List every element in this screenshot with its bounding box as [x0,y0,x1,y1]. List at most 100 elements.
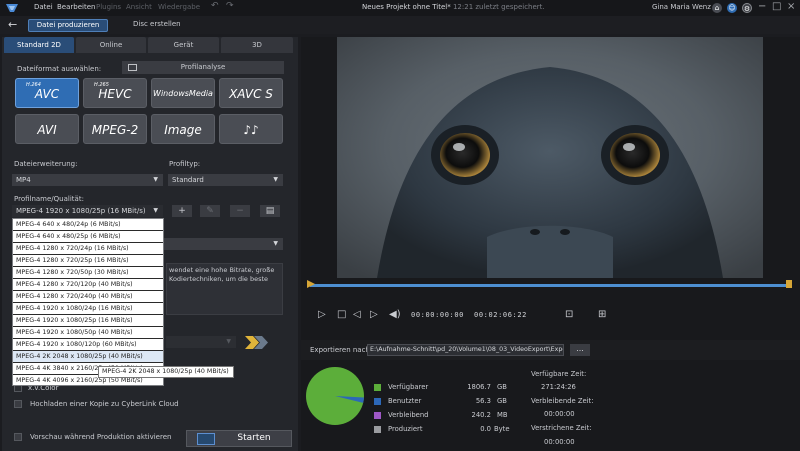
tab-device[interactable]: Gerät [148,37,219,53]
quality-option[interactable]: MPEG-4 1920 x 1080/24p (16 MBit/s) [13,303,163,315]
total-timecode: 00:02:06:22 [474,311,527,319]
format-hevc-button[interactable]: H.265 HEVC [83,78,147,108]
quality-option-hovered[interactable]: MPEG-4 2K 2048 x 1080/25p (40 MBit/s) [13,351,163,363]
upload-cloud-checkbox[interactable] [14,400,22,408]
upload-cloud-label: Hochladen einer Kopie zu CyberLink Cloud [30,400,179,408]
legend-value-remaining: 240.2 [471,411,491,419]
chevron-down-icon: ▼ [273,240,278,247]
legend-unit-remaining: MB [497,411,508,419]
profile-type-select[interactable]: Standard ▼ [168,174,283,186]
format-xavcs-button[interactable]: XAVC S [219,78,283,108]
profile-description: wendet eine hohe Bitrate, große Kodierte… [166,263,283,315]
menu-view[interactable]: Ansicht [126,3,152,11]
quality-option[interactable]: MPEG-4 1280 x 720/120p (40 MBit/s) [13,279,163,291]
produce-file-button[interactable]: Datei produzieren [28,19,108,32]
encoder-select[interactable]: ▼ [166,336,236,348]
user-name[interactable]: Gina Maria Wenz [652,3,711,11]
export-frame-icon[interactable]: ⊞ [598,309,606,320]
tab-standard-2d[interactable]: Standard 2D [4,37,74,53]
browse-button[interactable]: ... [570,344,590,356]
tab-3d[interactable]: 3D [221,37,293,53]
quality-option[interactable]: MPEG-4 1280 x 720/25p (16 MBit/s) [13,255,163,267]
remove-profile-button[interactable]: − [230,205,250,217]
quality-option[interactable]: MPEG-4 640 x 480/24p (6 MBit/s) [13,219,163,231]
redo-icon[interactable]: ↷ [226,1,234,11]
preview-during-production-checkbox[interactable] [14,433,22,441]
quality-option[interactable]: MPEG-4 1920 x 1080/120p (60 MBit/s) [13,339,163,351]
settings-gear-icon[interactable]: ⚙ [742,3,752,13]
elapsed-time-value: 00:00:00 [544,438,575,446]
format-image-button[interactable]: Image [151,114,215,144]
close-icon[interactable]: × [787,1,795,12]
format-audio-button[interactable]: ♪♪ [219,114,283,144]
quality-select[interactable]: MPEG-4 1920 x 1080/25p (16 MBit/s) ▼ [12,205,163,217]
stop-icon[interactable]: □ [337,309,346,320]
play-icon[interactable]: ▷ [318,309,326,320]
legend-swatch-produced [374,426,381,433]
menu-plugins[interactable]: Plugins [96,3,121,11]
quality-option[interactable]: MPEG-4 640 x 480/25p (6 MBit/s) [13,231,163,243]
back-arrow-icon[interactable]: ← [8,18,17,31]
legend-swatch-remaining [374,412,381,419]
file-extension-select[interactable]: MP4 ▼ [12,174,163,186]
chevron-down-icon: ▼ [153,176,158,183]
profile-analysis-button[interactable]: Profilanalyse [122,61,284,74]
next-frame-icon[interactable]: ▷ [370,309,378,320]
quality-option[interactable]: MPEG-4 1280 x 720/24p (16 MBit/s) [13,243,163,255]
edit-profile-button[interactable]: ✎ [200,205,220,217]
legend-value-used: 56.3 [475,397,491,405]
hardware-acceleration-icon [245,336,268,349]
add-profile-button[interactable]: + [172,205,192,217]
video-preview [337,37,763,278]
snapshot-icon[interactable]: ⊡ [565,309,573,320]
menu-file[interactable]: Datei [34,3,53,11]
maximize-icon[interactable]: □ [772,1,781,12]
current-timecode: 00:00:00:00 [411,311,464,319]
available-time-label: Verfügbare Zeit: [531,370,587,378]
legend-unit-produced: Byte [494,425,510,433]
format-avi-button[interactable]: AVI [15,114,79,144]
format-avc-button[interactable]: H.264 AVC [15,78,79,108]
legend-value-produced: 0.0 [480,425,491,433]
title-bar: Datei Bearbeiten Plugins Ansicht Wiederg… [0,0,800,16]
format-mpeg2-button[interactable]: MPEG-2 [83,114,147,144]
disk-usage-pie [306,367,364,425]
legend-swatch-available [374,384,381,391]
chevron-down-icon: ▼ [153,207,158,214]
home-icon[interactable]: ⌂ [712,3,722,13]
chevron-down-icon: ▼ [273,176,278,183]
minus-icon: − [236,206,244,216]
quality-tooltip: MPEG-4 2K 2048 x 1080/25p (40 MBit/s) [98,366,234,378]
quality-option[interactable]: MPEG-4 1280 x 720/240p (40 MBit/s) [13,291,163,303]
available-time-value: 271:24:26 [541,383,576,391]
quality-option[interactable]: MPEG-4 1280 x 720/50p (30 MBit/s) [13,267,163,279]
volume-icon[interactable]: ◀) [389,309,401,320]
export-path-field[interactable]: E:\Aufnahme-Schnitt\pd_20\Volume1\08_03_… [367,344,564,356]
export-to-label: Exportieren nach: [310,346,373,354]
legend-value-available: 1806.7 [467,383,491,391]
timeline-track[interactable] [310,284,792,287]
account-icon[interactable]: ☺ [727,3,737,13]
profile-details-button[interactable]: ▤ [260,205,280,217]
quality-option[interactable]: MPEG-4 1920 x 1080/50p (40 MBit/s) [13,327,163,339]
profile-type-label: Profiltyp: [169,160,201,168]
app-logo-icon [6,4,18,12]
preview-during-production-label: Vorschau während Produktion aktivieren [30,433,172,441]
menu-edit[interactable]: Bearbeiten [57,3,95,11]
menu-playback[interactable]: Wiedergabe [158,3,200,11]
toad-preview-image [337,37,763,278]
quality-option[interactable]: MPEG-4 1920 x 1080/25p (16 MBit/s) [13,315,163,327]
undo-icon[interactable]: ↶ [211,1,219,11]
chevron-down-icon: ▼ [226,338,231,345]
pencil-icon: ✎ [206,206,214,216]
mark-out-marker[interactable] [786,280,792,288]
legend-unit-used: GB [497,397,507,405]
previous-frame-icon[interactable]: ◁ [353,309,361,320]
plus-icon: + [178,206,186,216]
tab-online[interactable]: Online [76,37,146,53]
legend-label-produced: Produziert [388,425,423,433]
minimize-icon[interactable]: − [758,1,766,12]
start-button[interactable]: Starten [186,430,292,447]
format-windowsmedia-button[interactable]: WindowsMedia [151,78,215,108]
create-disc-button[interactable]: Disc erstellen [133,20,181,28]
